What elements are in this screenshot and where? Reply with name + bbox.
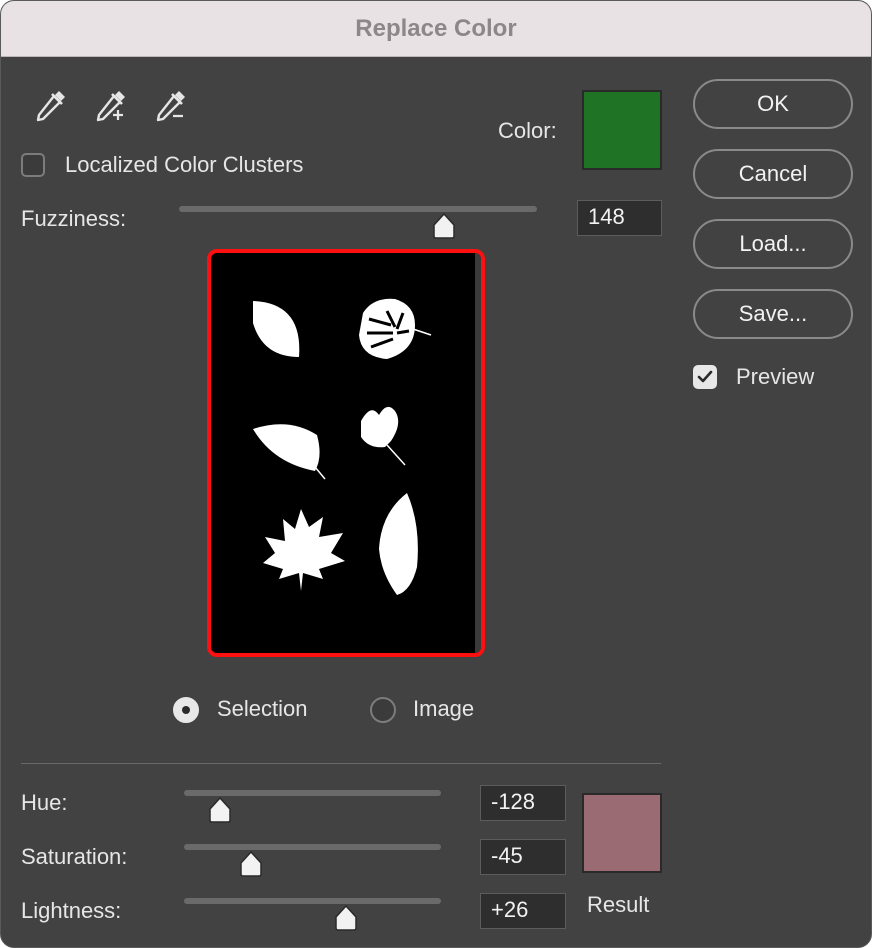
lightness-slider-track[interactable] — [184, 898, 441, 904]
selection-preview[interactable] — [207, 249, 485, 657]
eyedropper-icon[interactable] — [29, 83, 73, 127]
cancel-button[interactable]: Cancel — [693, 149, 853, 199]
hue-value-field[interactable]: -128 — [480, 785, 566, 821]
ok-button[interactable]: OK — [693, 79, 853, 129]
saturation-label: Saturation: — [21, 844, 128, 869]
selection-radio[interactable] — [173, 697, 199, 723]
section-divider — [21, 763, 661, 764]
hue-slider-thumb[interactable] — [207, 796, 233, 824]
preview-label: Preview — [736, 364, 815, 389]
color-label: Color: — [498, 118, 557, 143]
replace-color-dialog: Replace Color Color: Localized Color Clu… — [0, 0, 872, 948]
leaf-silhouettes — [253, 298, 432, 595]
fuzziness-slider-thumb[interactable] — [431, 212, 457, 240]
eyedropper-minus-icon[interactable] — [149, 83, 193, 127]
selection-radio-label: Selection — [217, 696, 308, 721]
preview-checkbox[interactable] — [693, 365, 717, 389]
fuzziness-label: Fuzziness: — [21, 206, 127, 231]
lightness-slider-thumb[interactable] — [333, 904, 359, 932]
image-radio-label: Image — [413, 696, 475, 721]
saturation-slider-thumb[interactable] — [238, 850, 264, 878]
save-button[interactable]: Save... — [693, 289, 853, 339]
image-radio[interactable] — [370, 697, 396, 723]
saturation-value-field[interactable]: -45 — [480, 839, 566, 875]
fuzziness-value-field[interactable]: 148 — [577, 200, 662, 236]
result-swatch[interactable] — [582, 793, 662, 873]
saturation-slider-track[interactable] — [184, 844, 441, 850]
fuzziness-slider-track[interactable] — [179, 206, 537, 212]
lightness-value-field[interactable]: +26 — [480, 893, 566, 929]
result-label: Result — [587, 892, 650, 917]
eyedropper-plus-icon[interactable] — [89, 83, 133, 127]
load-button[interactable]: Load... — [693, 219, 853, 269]
lightness-label: Lightness: — [21, 898, 122, 923]
localized-color-clusters-checkbox[interactable] — [21, 153, 45, 177]
dialog-title: Replace Color — [355, 14, 517, 42]
localized-color-clusters-label: Localized Color Clusters — [65, 152, 304, 177]
hue-label: Hue: — [21, 790, 68, 815]
checkmark-icon — [697, 370, 713, 383]
title-bar: Replace Color — [1, 1, 871, 57]
color-swatch[interactable] — [582, 90, 662, 170]
